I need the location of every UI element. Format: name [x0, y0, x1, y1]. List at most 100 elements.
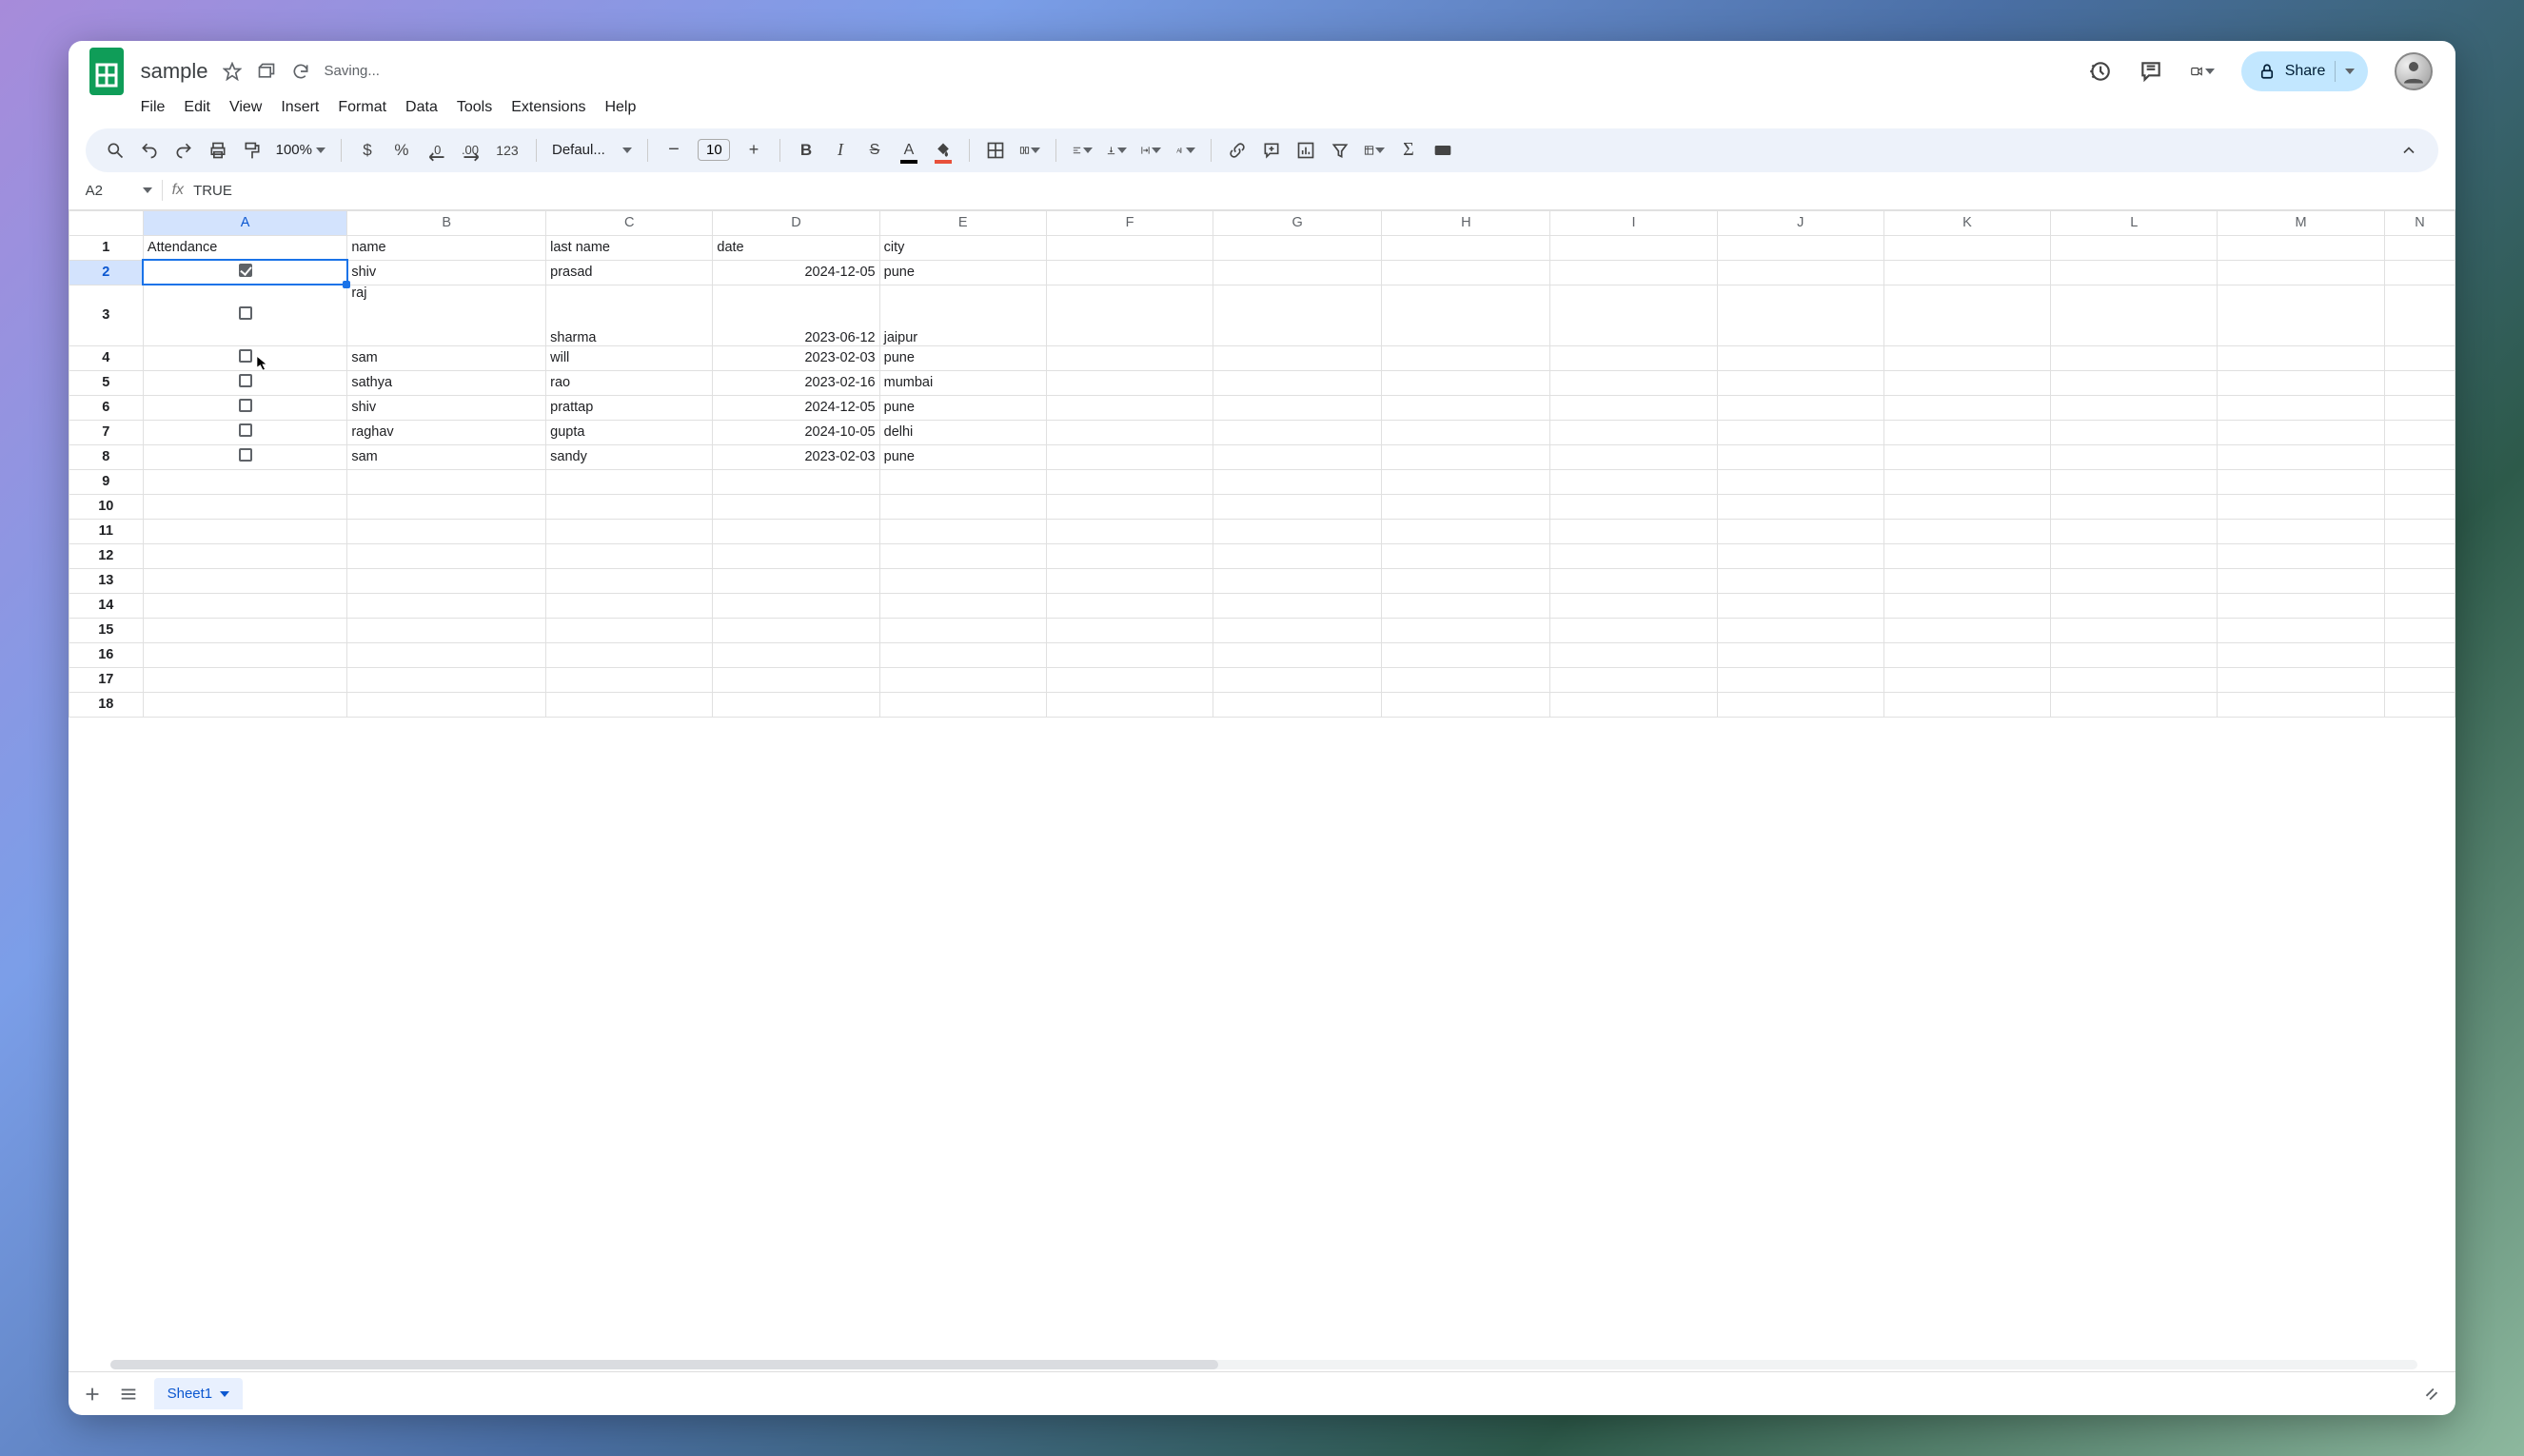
checkbox[interactable] [239, 264, 252, 277]
cell-C2[interactable]: prasad [546, 260, 713, 285]
cell-K7[interactable] [1883, 420, 2050, 444]
menu-view[interactable]: View [222, 95, 269, 120]
cell-B10[interactable] [347, 494, 546, 519]
cell-L4[interactable] [2051, 345, 2218, 370]
currency-button[interactable]: $ [357, 140, 378, 161]
cell-I8[interactable] [1550, 444, 1717, 469]
cell-A15[interactable] [143, 618, 346, 642]
all-sheets-icon[interactable] [118, 1384, 139, 1405]
cell-N3[interactable] [2384, 285, 2455, 345]
cell-M10[interactable] [2218, 494, 2384, 519]
cell-C4[interactable]: will [546, 345, 713, 370]
row-header-3[interactable]: 3 [69, 285, 143, 345]
checkbox[interactable] [239, 374, 252, 387]
cell-M7[interactable] [2218, 420, 2384, 444]
cell-B18[interactable] [347, 692, 546, 717]
cell-B5[interactable]: sathya [347, 370, 546, 395]
cell-M13[interactable] [2218, 568, 2384, 593]
cell-H14[interactable] [1382, 593, 1550, 618]
cell-L14[interactable] [2051, 593, 2218, 618]
cell-D1[interactable]: date [713, 235, 879, 260]
cell-L12[interactable] [2051, 543, 2218, 568]
cell-A8[interactable] [143, 444, 346, 469]
cell-J17[interactable] [1717, 667, 1883, 692]
cell-I3[interactable] [1550, 285, 1717, 345]
cell-N12[interactable] [2384, 543, 2455, 568]
cell-H5[interactable] [1382, 370, 1550, 395]
row-header-1[interactable]: 1 [69, 235, 143, 260]
star-icon[interactable] [222, 61, 243, 82]
menu-data[interactable]: Data [398, 95, 445, 120]
cell-A10[interactable] [143, 494, 346, 519]
cell-E1[interactable]: city [879, 235, 1046, 260]
checkbox[interactable] [239, 423, 252, 437]
cell-B17[interactable] [347, 667, 546, 692]
font-select[interactable]: Defaul... [552, 142, 632, 158]
checkbox[interactable] [239, 399, 252, 412]
cell-G14[interactable] [1213, 593, 1382, 618]
cell-E13[interactable] [879, 568, 1046, 593]
cell-H10[interactable] [1382, 494, 1550, 519]
cell-G9[interactable] [1213, 469, 1382, 494]
cell-I10[interactable] [1550, 494, 1717, 519]
cell-M2[interactable] [2218, 260, 2384, 285]
cell-I14[interactable] [1550, 593, 1717, 618]
cell-C7[interactable]: gupta [546, 420, 713, 444]
cell-L6[interactable] [2051, 395, 2218, 420]
cell-I16[interactable] [1550, 642, 1717, 667]
cell-I1[interactable] [1550, 235, 1717, 260]
cell-B14[interactable] [347, 593, 546, 618]
cell-N9[interactable] [2384, 469, 2455, 494]
row-header-11[interactable]: 11 [69, 519, 143, 543]
menu-extensions[interactable]: Extensions [503, 95, 593, 120]
italic-button[interactable]: I [830, 140, 851, 161]
cell-J7[interactable] [1717, 420, 1883, 444]
cell-G16[interactable] [1213, 642, 1382, 667]
cell-A1[interactable]: Attendance [143, 235, 346, 260]
insert-comment-icon[interactable] [1261, 140, 1282, 161]
cell-F9[interactable] [1046, 469, 1213, 494]
cell-B6[interactable]: shiv [347, 395, 546, 420]
row-header-2[interactable]: 2 [69, 260, 143, 285]
cell-C11[interactable] [546, 519, 713, 543]
cell-I5[interactable] [1550, 370, 1717, 395]
cell-B2[interactable]: shiv [347, 260, 546, 285]
cell-F16[interactable] [1046, 642, 1213, 667]
cell-H6[interactable] [1382, 395, 1550, 420]
cell-M17[interactable] [2218, 667, 2384, 692]
cell-A17[interactable] [143, 667, 346, 692]
col-header-J[interactable]: J [1717, 210, 1883, 235]
cell-L18[interactable] [2051, 692, 2218, 717]
cell-H18[interactable] [1382, 692, 1550, 717]
collapse-toolbar-icon[interactable] [2398, 140, 2419, 161]
cell-E6[interactable]: pune [879, 395, 1046, 420]
cell-C6[interactable]: prattap [546, 395, 713, 420]
cell-C12[interactable] [546, 543, 713, 568]
cell-C15[interactable] [546, 618, 713, 642]
format-123-button[interactable]: 123 [494, 140, 521, 161]
cell-I7[interactable] [1550, 420, 1717, 444]
cell-C16[interactable] [546, 642, 713, 667]
cell-M12[interactable] [2218, 543, 2384, 568]
col-header-G[interactable]: G [1213, 210, 1382, 235]
cell-N7[interactable] [2384, 420, 2455, 444]
cell-E12[interactable] [879, 543, 1046, 568]
cell-N11[interactable] [2384, 519, 2455, 543]
cell-N10[interactable] [2384, 494, 2455, 519]
font-size-increase[interactable]: + [743, 140, 764, 161]
cell-E18[interactable] [879, 692, 1046, 717]
col-header-N[interactable]: N [2384, 210, 2455, 235]
cell-A7[interactable] [143, 420, 346, 444]
cell-D12[interactable] [713, 543, 879, 568]
cell-C10[interactable] [546, 494, 713, 519]
share-dropdown-icon[interactable] [2345, 69, 2355, 74]
cell-M16[interactable] [2218, 642, 2384, 667]
cell-A3[interactable] [143, 285, 346, 345]
keyboard-icon[interactable] [1432, 140, 1453, 161]
menu-tools[interactable]: Tools [449, 95, 500, 120]
cell-H11[interactable] [1382, 519, 1550, 543]
increase-decimal-button[interactable]: .00 [460, 140, 481, 161]
cell-J6[interactable] [1717, 395, 1883, 420]
wrap-button[interactable] [1140, 140, 1161, 161]
cell-J2[interactable] [1717, 260, 1883, 285]
